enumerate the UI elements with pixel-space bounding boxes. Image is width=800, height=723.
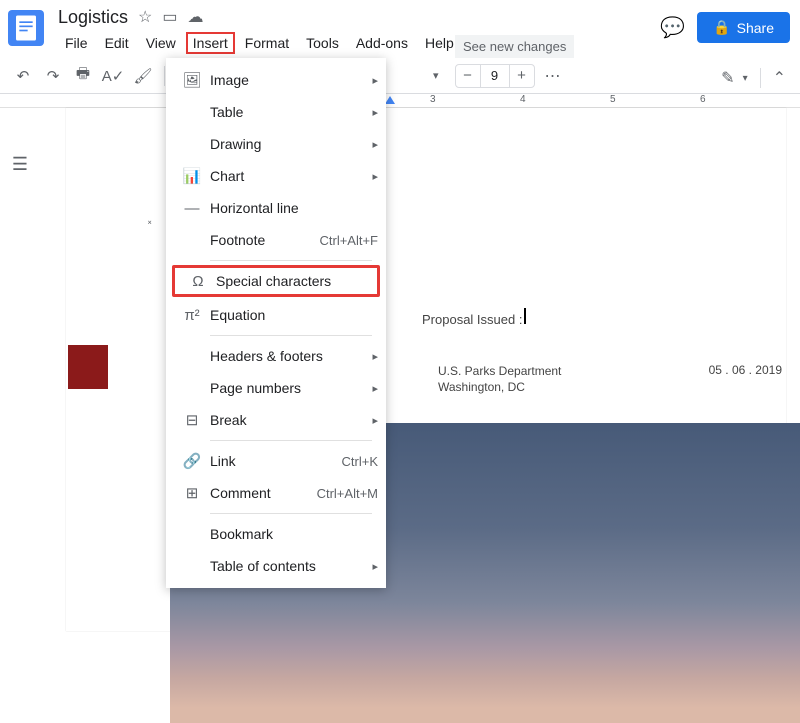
outline-icon[interactable]: ☰ <box>12 154 28 631</box>
ruler[interactable]: 3 4 5 6 <box>0 94 800 108</box>
doc-title[interactable]: Logistics <box>58 7 128 28</box>
editing-mode-icon[interactable]: ✎ <box>721 68 734 88</box>
insert-page-numbers[interactable]: Page numbers▸ <box>166 372 386 404</box>
zoom-plus[interactable]: + <box>510 67 534 84</box>
undo-icon[interactable]: ↶ <box>10 63 36 89</box>
pi-icon: π² <box>180 307 204 324</box>
insert-equation[interactable]: π²Equation <box>166 299 386 331</box>
insert-drawing[interactable]: Drawing▸ <box>166 128 386 160</box>
insert-special-characters[interactable]: ΩSpecial characters <box>172 265 380 297</box>
link-icon: 🔗 <box>180 452 204 470</box>
chevron-right-icon: ▸ <box>372 138 378 151</box>
chevron-right-icon: ▸ <box>372 560 378 573</box>
chevron-right-icon: ▸ <box>372 414 378 427</box>
menu-format[interactable]: Format <box>238 32 296 54</box>
insert-footnote[interactable]: FootnoteCtrl+Alt+F <box>166 224 386 256</box>
insert-chart[interactable]: 📊Chart▸ <box>166 160 386 192</box>
chevron-right-icon: ▸ <box>372 382 378 395</box>
separator <box>164 66 165 86</box>
comment-icon: ⊞ <box>180 484 204 502</box>
menu-view[interactable]: View <box>139 32 183 54</box>
chevron-right-icon: ▸ <box>372 350 378 363</box>
insert-bookmark[interactable]: Bookmark <box>166 518 386 550</box>
insert-toc[interactable]: Table of contents▸ <box>166 550 386 582</box>
text-cursor <box>524 308 526 324</box>
move-icon[interactable]: ▭ <box>162 7 177 27</box>
divider <box>210 440 372 441</box>
chevron-up-icon[interactable]: ⌃ <box>773 68 786 88</box>
menu-insert[interactable]: Insert <box>186 32 235 54</box>
zoom-value[interactable]: 9 <box>480 65 510 87</box>
insert-menu-dropdown: 🖼Image▸ Table▸ Drawing▸ 📊Chart▸ ―Horizon… <box>166 58 386 588</box>
chevron-down-icon[interactable]: ▾ <box>743 73 748 84</box>
menu-addons[interactable]: Add-ons <box>349 32 415 54</box>
spellcheck-icon[interactable]: A✓ <box>100 63 126 89</box>
date-text: 05 . 06 . 2019 <box>709 363 782 395</box>
menu-tools[interactable]: Tools <box>299 32 346 54</box>
red-block <box>68 345 108 389</box>
divider <box>210 260 372 261</box>
city-text: Washington, DC <box>438 379 561 395</box>
ruler-tick: 5 <box>610 94 616 105</box>
proposal-label: Proposal Issued : <box>422 312 522 327</box>
lock-icon: 🔒 <box>713 19 730 36</box>
insert-comment[interactable]: ⊞CommentCtrl+Alt+M <box>166 477 386 509</box>
share-button[interactable]: 🔒 Share <box>697 12 790 43</box>
cloud-icon[interactable]: ☁ <box>188 7 204 27</box>
divider <box>210 513 372 514</box>
share-label: Share <box>737 20 774 36</box>
more-icon[interactable]: ⋯ <box>545 66 562 86</box>
ruler-tick: 3 <box>430 94 436 105</box>
dept-text: U.S. Parks Department <box>438 363 561 379</box>
break-icon: ⊟ <box>180 411 204 429</box>
insert-break[interactable]: ⊟Break▸ <box>166 404 386 436</box>
separator <box>760 68 761 88</box>
ruler-tick: 4 <box>520 94 526 105</box>
redo-icon[interactable]: ↷ <box>40 63 66 89</box>
styles-dropdown-icon[interactable]: ▾ <box>433 69 439 82</box>
chevron-right-icon: ▸ <box>372 74 378 87</box>
comments-icon[interactable]: 💬 <box>660 15 685 40</box>
print-icon[interactable]: 🖶 <box>70 63 96 89</box>
ruler-tick: 6 <box>700 94 706 105</box>
star-icon[interactable]: ☆ <box>138 7 152 27</box>
insert-image[interactable]: 🖼Image▸ <box>166 64 386 96</box>
cursor-marker: ˟ <box>148 220 151 231</box>
zoom-minus[interactable]: − <box>456 67 480 84</box>
menu-edit[interactable]: Edit <box>98 32 136 54</box>
omega-icon: Ω <box>186 273 210 290</box>
divider <box>210 335 372 336</box>
chart-icon: 📊 <box>180 167 204 185</box>
insert-headers-footers[interactable]: Headers & footers▸ <box>166 340 386 372</box>
chevron-right-icon: ▸ <box>372 106 378 119</box>
see-changes-button[interactable]: See new changes <box>455 35 574 58</box>
insert-hr[interactable]: ―Horizontal line <box>166 192 386 224</box>
line-icon: ― <box>180 200 204 217</box>
indent-marker[interactable] <box>385 96 395 104</box>
chevron-right-icon: ▸ <box>372 170 378 183</box>
insert-table[interactable]: Table▸ <box>166 96 386 128</box>
image-icon: 🖼 <box>180 71 204 89</box>
insert-link[interactable]: 🔗LinkCtrl+K <box>166 445 386 477</box>
menu-file[interactable]: File <box>58 32 95 54</box>
paint-format-icon[interactable]: 🖌 <box>130 63 156 89</box>
toolbar: ↶ ↷ 🖶 A✓ 🖌 ▾ − 9 + ⋯ <box>0 58 800 94</box>
docs-logo[interactable] <box>8 10 44 46</box>
